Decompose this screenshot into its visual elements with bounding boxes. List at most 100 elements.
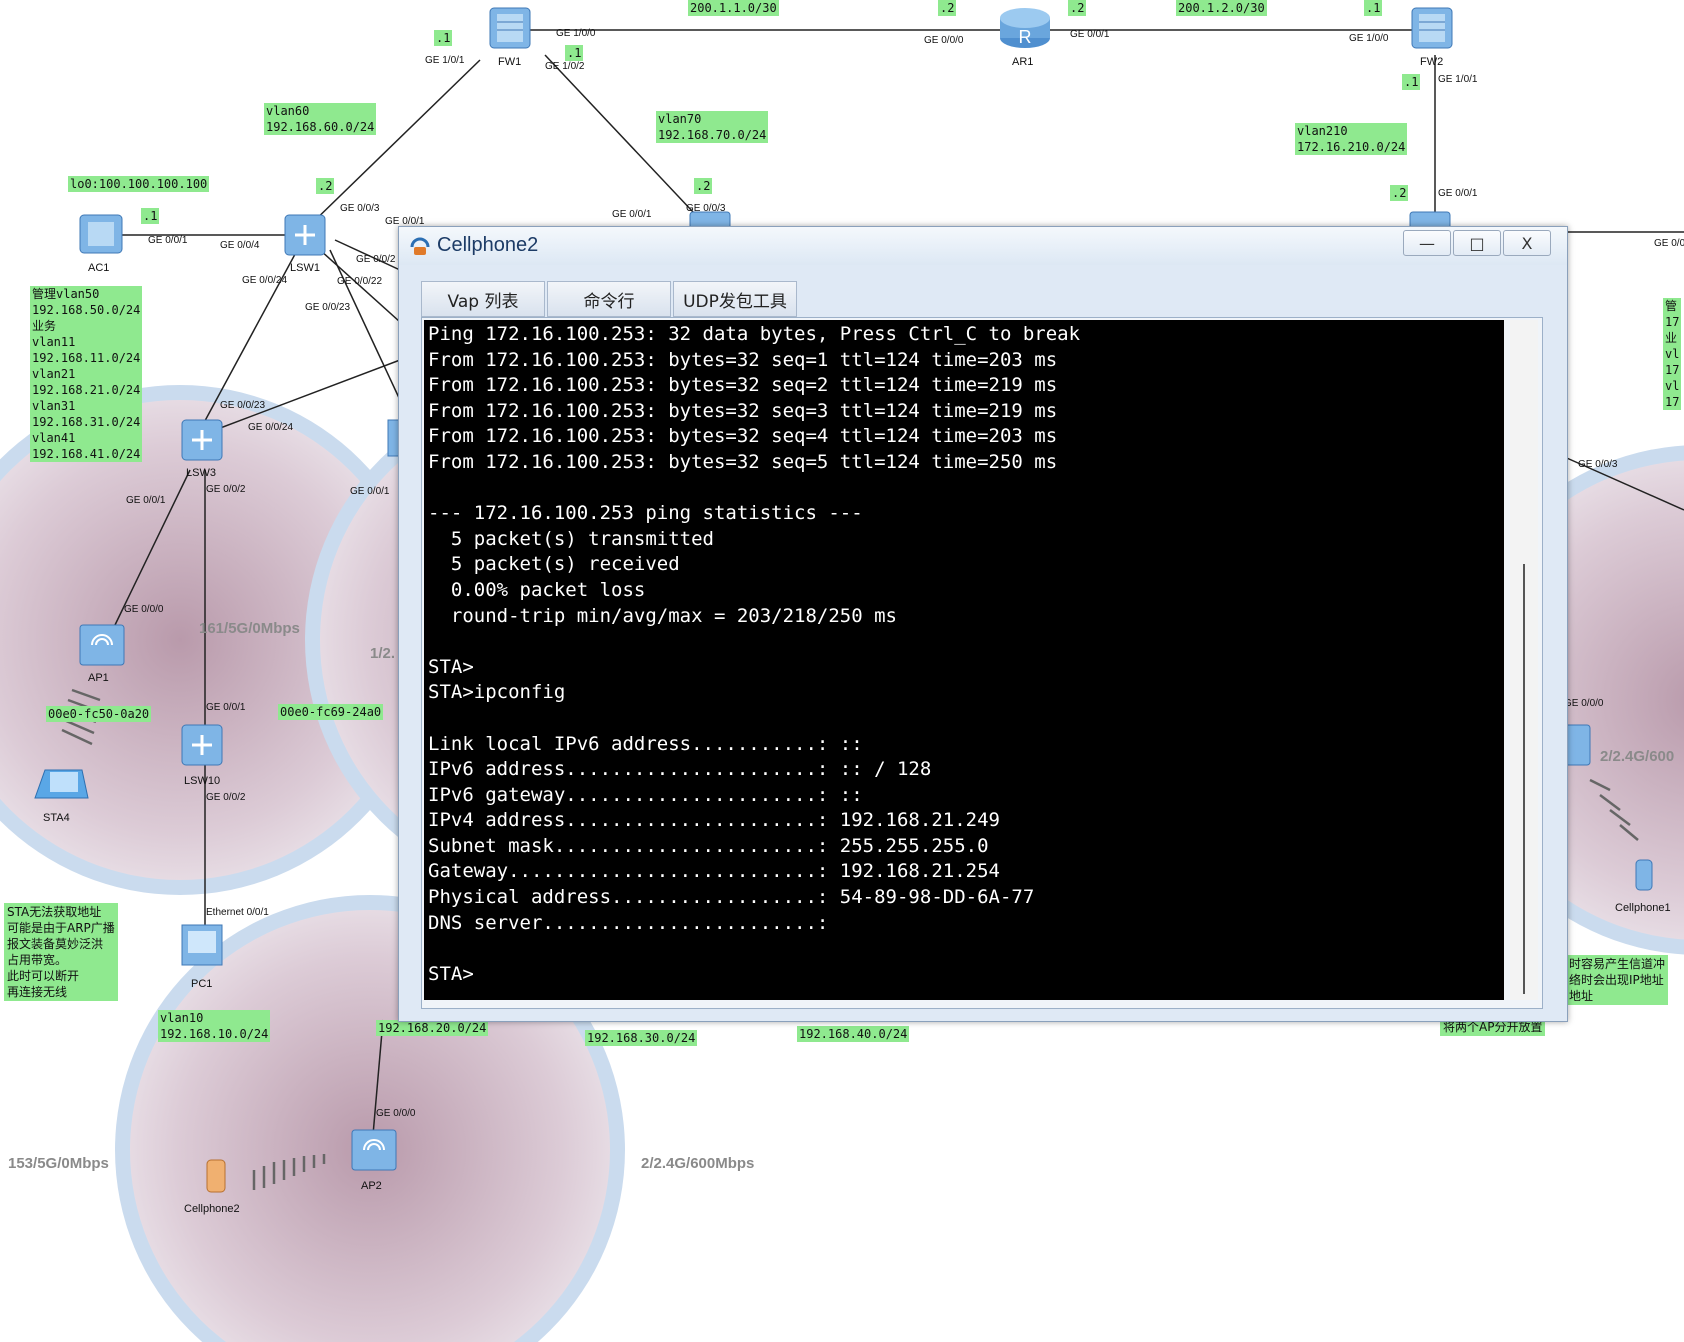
tab-udp-tool[interactable]: UDP发包工具 xyxy=(673,281,797,317)
device-label-lsw10: LSW10 xyxy=(184,775,221,787)
port-lsw1-g003: GE 0/0/3 xyxy=(340,203,380,214)
device-label-lsw3: LSW3 xyxy=(186,467,216,479)
vlan10-label: vlan10 192.168.10.0/24 xyxy=(158,1010,271,1042)
fw2-icon[interactable] xyxy=(1411,7,1453,49)
port-lsw1-g0022: GE 0/0/22 xyxy=(337,276,383,287)
port-fw2-g100: GE 1/0/0 xyxy=(1349,33,1389,44)
ac1-icon[interactable] xyxy=(79,214,123,254)
device-label-sta4: STA4 xyxy=(43,812,70,824)
vlan40-label: 192.168.40.0/24 xyxy=(797,1026,910,1042)
port-lsw3-g001: GE 0/0/1 xyxy=(126,495,166,506)
console-line: From 172.16.100.253: bytes=32 seq=2 ttl=… xyxy=(428,374,1058,397)
port-fw2-g101: GE 1/0/1 xyxy=(1438,74,1478,85)
lsw1-switch-icon[interactable] xyxy=(284,214,326,256)
console-line: --- 172.16.100.253 ping statistics --- xyxy=(428,502,863,525)
console-line: STA> xyxy=(428,962,474,985)
vlan-summary-label: 管理vlan50 192.168.50.0/24 业务 vlan11 192.1… xyxy=(30,286,143,462)
port-fw1-g101: GE 1/0/1 xyxy=(425,55,465,66)
ar1-router-icon[interactable]: R xyxy=(1000,8,1050,48)
port-ar1-g000: GE 0/0/0 xyxy=(924,35,964,46)
device-label-ap1: AP1 xyxy=(88,672,109,684)
device-label-fw1: FW1 xyxy=(498,56,522,68)
vlan30-label: 192.168.30.0/24 xyxy=(585,1030,698,1046)
lsw10-switch-icon[interactable] xyxy=(181,724,223,766)
right-vlan-label: 管 17 业 vl 17 vl 17 xyxy=(1663,298,1682,410)
lsw3-switch-icon[interactable] xyxy=(181,419,223,461)
cellphone2-window[interactable]: Cellphone2 — □ X Vap 列表 命令行 UDP发包工具 Ping… xyxy=(398,226,1568,1022)
ap2-mac-label: 00e0-fc69-24a0 xyxy=(278,704,384,720)
console-line: From 172.16.100.253: bytes=32 seq=5 ttl=… xyxy=(428,450,1058,473)
minimize-button[interactable]: — xyxy=(1403,230,1451,256)
port-lsw10-g001: GE 0/0/1 xyxy=(206,702,246,713)
port-ap2-g000: GE 0/0/0 xyxy=(376,1108,416,1119)
svg-text:R: R xyxy=(1019,27,1032,47)
console-line: Link local IPv6 address...........: :: xyxy=(428,732,863,755)
console-line: Gateway...........................: 192.… xyxy=(428,860,1000,883)
port-sw2-g001: GE 0/0/1 xyxy=(1438,188,1478,199)
net-label-200-1-1: 200.1.1.0/30 xyxy=(688,0,779,16)
port-lsw1-g004: GE 0/0/4 xyxy=(220,240,260,251)
ap1-icon[interactable] xyxy=(79,624,125,666)
ip-right-switch: .2 xyxy=(1390,185,1409,201)
ip-fw1-right: .1 xyxy=(565,45,584,61)
fw1-icon[interactable] xyxy=(489,7,531,49)
ip-fw2-left: .1 xyxy=(1364,0,1383,16)
console-scrollbar[interactable] xyxy=(1510,320,1538,1000)
port-right-top: GE 0/0 xyxy=(1654,238,1684,249)
vlan210-label: vlan210 172.16.210.0/24 xyxy=(1295,123,1408,155)
port-ar1-g001: GE 0/0/1 xyxy=(1070,29,1110,40)
ip-lsw1-up: .2 xyxy=(316,178,335,194)
net-label-200-1-2: 200.1.2.0/30 xyxy=(1176,0,1267,16)
console-line: Subnet mask.......................: 255.… xyxy=(428,834,989,857)
port-fw1-g100: GE 1/0/0 xyxy=(556,28,596,39)
ip-ar1-left: .2 xyxy=(938,0,957,16)
console-line: 0.00% packet loss xyxy=(428,578,646,601)
device-label-ac1: AC1 xyxy=(88,262,110,274)
window-titlebar[interactable]: Cellphone2 — □ X xyxy=(399,227,1567,265)
console-line: From 172.16.100.253: bytes=32 seq=4 ttl=… xyxy=(428,425,1058,448)
device-label-fw2: FW2 xyxy=(1420,56,1444,68)
port-mid-g001b: GE 0/0/1 xyxy=(350,486,390,497)
port-pc1-eth: Ethernet 0/0/1 xyxy=(206,907,269,918)
console-line: 5 packet(s) received xyxy=(428,553,680,576)
ap1-mac-label: 00e0-fc50-0a20 xyxy=(46,706,152,722)
port-mid-g003: GE 0/0/3 xyxy=(686,203,726,214)
ap2-icon[interactable] xyxy=(351,1129,397,1171)
maximize-button[interactable]: □ xyxy=(1453,230,1501,256)
ip-ac1: .1 xyxy=(141,208,160,224)
vlan60-label: vlan60 192.168.60.0/24 xyxy=(264,103,377,135)
port-right-g000: GE 0/0/0 xyxy=(1564,698,1604,709)
device-label-cellphone1: Cellphone1 xyxy=(1615,902,1671,914)
app-icon xyxy=(410,237,430,255)
ip-mid-switch: .2 xyxy=(694,178,713,194)
port-lsw3-g0023: GE 0/0/23 xyxy=(220,400,266,411)
console-line: IPv4 address......................: 192.… xyxy=(428,809,1000,832)
port-lsw1-g0023: GE 0/0/23 xyxy=(305,302,351,313)
close-button[interactable]: X xyxy=(1503,230,1551,256)
port-mid-g001: GE 0/0/1 xyxy=(612,209,652,220)
console-output[interactable]: Ping 172.16.100.253: 32 data bytes, Pres… xyxy=(424,320,1504,1000)
console-line: From 172.16.100.253: bytes=32 seq=1 ttl=… xyxy=(428,348,1058,371)
device-label-ap2: AP2 xyxy=(361,1180,382,1192)
device-label-lsw1: LSW1 xyxy=(290,262,320,274)
port-ap1-g000: GE 0/0/0 xyxy=(124,604,164,615)
cellphone2-icon[interactable] xyxy=(206,1159,226,1193)
tab-vap-list[interactable]: Vap 列表 xyxy=(421,281,545,317)
scrollbar-thumb[interactable] xyxy=(1523,564,1525,994)
rate-label-right: 2/2.4G/600 xyxy=(1600,748,1675,765)
port-right-g003: GE 0/0/3 xyxy=(1578,459,1618,470)
ip-fw2-down: .1 xyxy=(1402,74,1421,90)
console-frame: Ping 172.16.100.253: 32 data bytes, Pres… xyxy=(421,317,1543,1009)
port-lsw10-g002: GE 0/0/2 xyxy=(206,792,246,803)
device-label-pc1: PC1 xyxy=(191,978,213,990)
pc1-icon[interactable] xyxy=(181,924,223,966)
right-note: 时容易产生信道冲 络时会出现IP地址 地址 xyxy=(1566,955,1669,1005)
port-lsw3-g0024: GE 0/0/24 xyxy=(248,422,294,433)
tab-command-line[interactable]: 命令行 xyxy=(547,281,671,317)
cellphone1-icon[interactable] xyxy=(1635,859,1653,891)
console-line: IPv6 address......................: :: /… xyxy=(428,758,932,781)
console-line: From 172.16.100.253: bytes=32 seq=3 ttl=… xyxy=(428,399,1058,422)
console-line: Ping 172.16.100.253: 32 data bytes, Pres… xyxy=(428,323,1081,345)
